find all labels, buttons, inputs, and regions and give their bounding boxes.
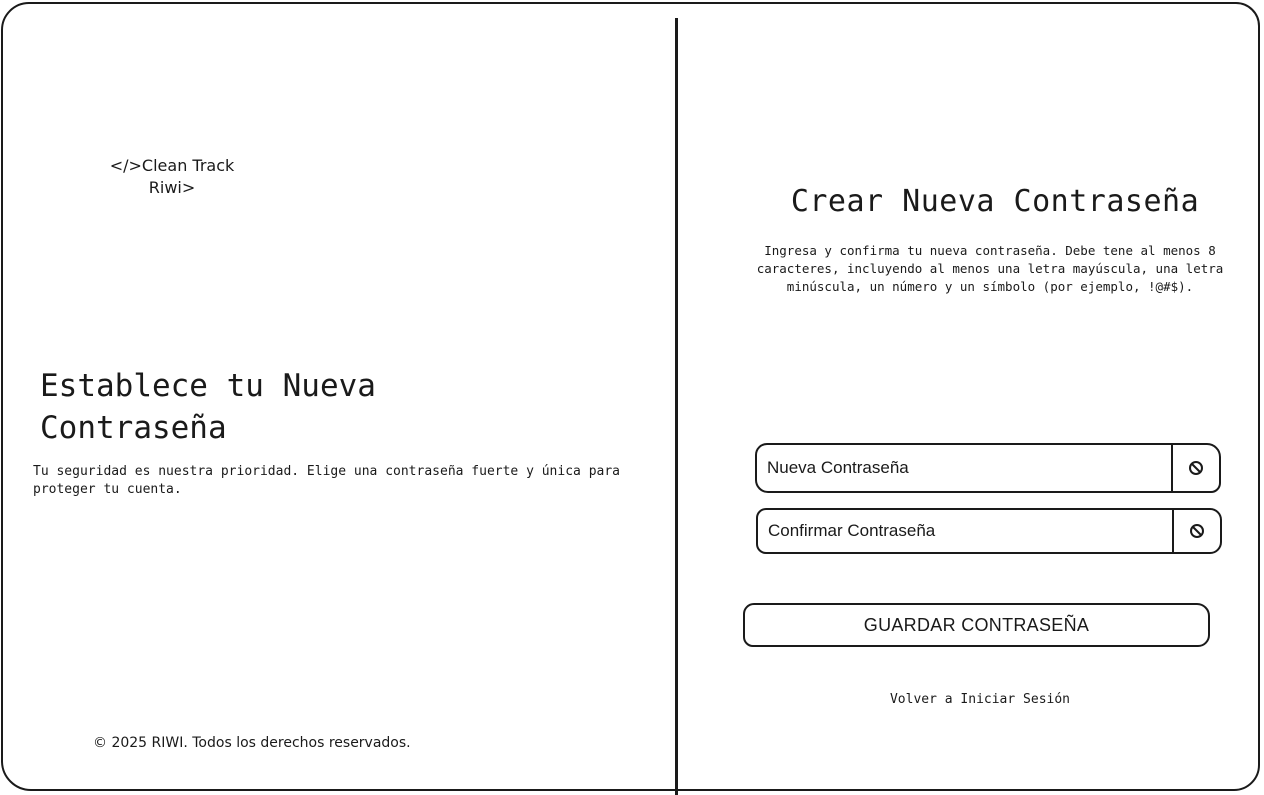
logo-line-1: </>Clean Track: [109, 156, 235, 175]
toggle-new-password-button[interactable]: [1171, 445, 1219, 491]
confirm-password-input[interactable]: [758, 510, 1172, 552]
logo-line-2: Riwi>: [148, 178, 196, 197]
new-password-field: [755, 443, 1221, 493]
eye-off-icon: [1189, 461, 1203, 475]
left-title-line-2: Contraseña: [40, 410, 227, 446]
form-instructions: Ingresa y confirma tu nueva contraseña. …: [756, 243, 1224, 294]
new-password-input[interactable]: [757, 445, 1171, 491]
form-title: Crear Nueva Contraseña: [790, 184, 1200, 219]
panel-divider: [675, 18, 678, 795]
left-description: Tu seguridad es nuestra prioridad. Elige…: [33, 464, 620, 497]
confirm-password-field: [756, 508, 1222, 554]
left-title: Establece tu Nueva Contraseña: [40, 365, 600, 449]
back-to-login-link[interactable]: Volver a Iniciar Sesión: [760, 692, 1200, 707]
brand-logo[interactable]: </>Clean Track Riwi>: [92, 155, 252, 199]
save-password-button[interactable]: GUARDAR CONTRASEÑA: [743, 603, 1210, 647]
left-title-line-1: Establece tu Nueva: [40, 368, 376, 404]
copyright-text: © 2025 RIWI. Todos los derechos reservad…: [93, 735, 411, 751]
toggle-confirm-password-button[interactable]: [1172, 510, 1220, 552]
eye-off-icon: [1190, 524, 1204, 538]
